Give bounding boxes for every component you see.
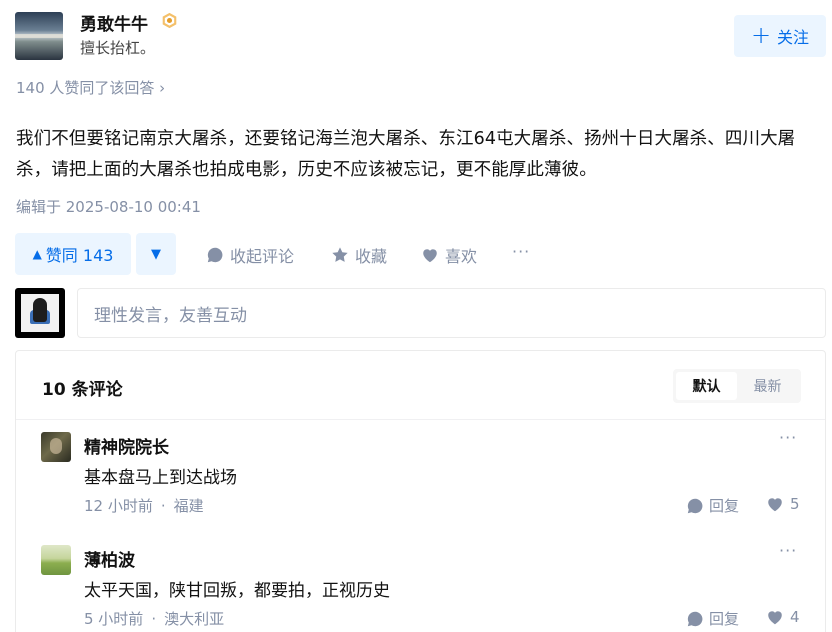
- comment-time: 5 小时前: [84, 610, 144, 628]
- comment-like-button[interactable]: 5: [766, 495, 800, 513]
- author-bio: 擅长抬杠。: [80, 39, 156, 57]
- comment-location: 澳大利亚: [164, 610, 225, 628]
- heart-icon: [768, 498, 782, 512]
- comment-bubble-icon: [207, 247, 223, 263]
- comments-panel: 10 条评论 默认 最新 精神院院长 基本盘马上到达战场 12 小时前 · 福建 ·…: [15, 350, 826, 632]
- comment-time: 12 小时前: [84, 497, 153, 515]
- current-user-avatar: [15, 288, 65, 338]
- comment-text: 基本盘马上到达战场: [84, 468, 237, 488]
- star-icon: [332, 247, 348, 262]
- comment-bubble-icon: [687, 498, 703, 513]
- comment-input-placeholder: 理性发言，友善互动: [94, 305, 247, 326]
- comment-input[interactable]: 理性发言，友善互动: [77, 288, 826, 338]
- reply-button[interactable]: 回复: [686, 608, 739, 629]
- plus-icon: +: [750, 21, 772, 49]
- triangle-down-icon: ▼: [151, 246, 161, 262]
- upvote-button[interactable]: ▲ 赞同 143: [15, 233, 131, 275]
- comment-meta: 12 小时前 · 福建: [84, 497, 204, 515]
- sort-latest-tab[interactable]: 最新: [737, 372, 798, 400]
- author-avatar[interactable]: [15, 12, 63, 60]
- upvote-label: 赞同 143: [45, 246, 114, 265]
- comment-more-icon[interactable]: ···: [779, 428, 797, 447]
- author-name[interactable]: 勇敢牛牛: [80, 10, 148, 35]
- edit-timestamp: 编辑于 2025-08-10 00:41: [16, 198, 201, 216]
- commenter-avatar[interactable]: [41, 545, 71, 575]
- comment-location: 福建: [173, 497, 204, 515]
- comment-meta: 5 小时前 · 澳大利亚: [84, 610, 225, 628]
- triangle-up-icon: ▲: [32, 247, 42, 261]
- commenter-avatar[interactable]: [41, 432, 71, 462]
- reply-label: 回复: [709, 497, 740, 515]
- commenter-name[interactable]: 精神院院长: [84, 433, 169, 458]
- answer-text: 我们不但要铭记南京大屠杀，还要铭记海兰泡大屠杀、东江64屯大屠杀、扬州十日大屠杀…: [16, 129, 796, 180]
- follow-label: 关注: [777, 28, 810, 47]
- like-count: 4: [790, 608, 800, 626]
- downvote-button[interactable]: ▼: [136, 233, 176, 275]
- comment-like-button[interactable]: 4: [766, 608, 800, 626]
- collapse-comments-label: 收起评论: [230, 247, 295, 266]
- sort-default-tab[interactable]: 默认: [676, 372, 737, 400]
- commenter-name[interactable]: 薄柏波: [84, 546, 135, 571]
- vote-summary-link[interactable]: 140 人赞同了该回答 ›: [16, 77, 165, 98]
- comment-text: 太平天国，陕甘回叛，都要拍，正视历史: [84, 581, 390, 601]
- follow-button[interactable]: + 关注: [734, 15, 826, 57]
- comments-count-title: 10 条评论: [42, 380, 123, 400]
- collect-button[interactable]: 收藏: [331, 243, 387, 267]
- divider: [16, 419, 825, 420]
- comment-item: 薄柏波 太平天国，陕甘回叛，都要拍，正视历史 5 小时前 · 澳大利亚 ··· 回复…: [16, 541, 825, 632]
- sort-toggle: 默认 最新: [673, 369, 801, 403]
- like-count: 5: [790, 495, 800, 513]
- comment-bubble-icon: [687, 611, 703, 626]
- heart-icon: [423, 249, 437, 263]
- heart-icon: [768, 611, 782, 625]
- collapse-comments-button[interactable]: 收起评论: [206, 243, 294, 267]
- reply-button[interactable]: 回复: [686, 495, 739, 516]
- like-button[interactable]: 喜欢: [421, 243, 477, 267]
- collect-label: 收藏: [355, 247, 388, 266]
- comment-item: 精神院院长 基本盘马上到达战场 12 小时前 · 福建 ··· 回复 5: [16, 428, 825, 532]
- like-label: 喜欢: [445, 247, 478, 266]
- creator-badge-icon: [162, 12, 177, 29]
- comment-more-icon[interactable]: ···: [779, 541, 797, 560]
- more-options-icon[interactable]: ···: [512, 242, 530, 261]
- reply-label: 回复: [709, 610, 740, 628]
